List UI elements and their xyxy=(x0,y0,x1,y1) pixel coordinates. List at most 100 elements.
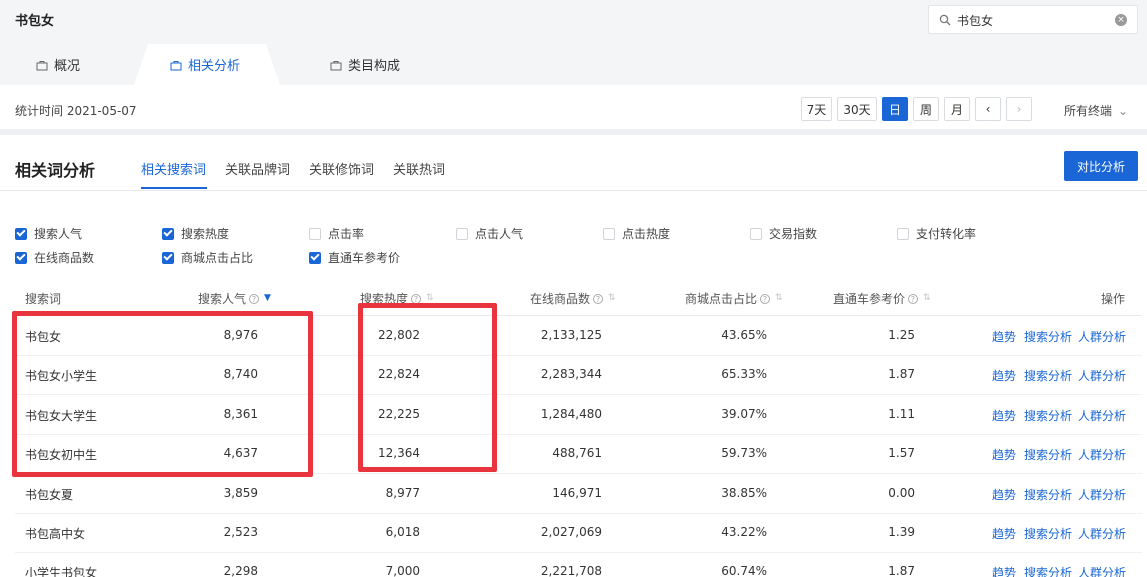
row-divider xyxy=(15,394,1142,395)
period-week-button[interactable]: 周 xyxy=(913,97,939,121)
trend-link[interactable]: 趋势 xyxy=(992,486,1016,503)
header-label: 商城点击占比 xyxy=(685,292,758,306)
column-header-online-items[interactable]: 在线商品数? ⇅ xyxy=(530,290,616,307)
crowd-analysis-link[interactable]: 人群分析 xyxy=(1078,367,1126,384)
compare-button[interactable]: 对比分析 xyxy=(1064,151,1138,181)
cell-search-heat: 12,364 xyxy=(378,446,420,460)
help-icon[interactable]: ? xyxy=(908,293,919,304)
checkbox-icon xyxy=(603,227,615,240)
metric-click-popularity[interactable]: 点击人气 xyxy=(456,225,523,242)
checkbox-icon xyxy=(456,227,468,240)
cell-search-heat: 7,000 xyxy=(385,564,420,577)
checkbox-icon xyxy=(15,227,27,240)
metric-online-items[interactable]: 在线商品数 xyxy=(15,249,94,266)
metric-trade-index[interactable]: 交易指数 xyxy=(750,225,817,242)
trend-link[interactable]: 趋势 xyxy=(992,525,1016,542)
tab-category[interactable]: 类目构成 xyxy=(330,44,400,85)
help-icon[interactable]: ? xyxy=(593,293,604,304)
crowd-analysis-link[interactable]: 人群分析 xyxy=(1078,328,1126,345)
metric-pay-conversion[interactable]: 支付转化率 xyxy=(897,225,976,242)
next-date-button[interactable]: › xyxy=(1006,97,1032,121)
crowd-analysis-link[interactable]: 人群分析 xyxy=(1078,446,1126,463)
search-analysis-link[interactable]: 搜索分析 xyxy=(1024,328,1072,345)
cell-mall-click-ratio: 39.07% xyxy=(721,407,767,421)
cell-online-items: 146,971 xyxy=(552,486,602,500)
search-analysis-link[interactable]: 搜索分析 xyxy=(1024,446,1072,463)
sort-desc-icon[interactable]: ▼ xyxy=(264,294,271,303)
bag-icon xyxy=(170,60,182,70)
sort-icon[interactable]: ⇅ xyxy=(923,294,931,303)
divider xyxy=(0,190,1147,191)
clear-icon[interactable]: × xyxy=(1115,14,1127,26)
metric-label: 交易指数 xyxy=(769,227,818,241)
cell-mall-click-ratio: 38.85% xyxy=(721,486,767,500)
subtab-brand[interactable]: 关联品牌词 xyxy=(225,159,290,178)
period-7d-button[interactable]: 7天 xyxy=(801,97,832,121)
cell-ztc-price: 1.87 xyxy=(888,367,915,381)
page-title: 书包女 xyxy=(15,14,55,29)
search-analysis-link[interactable]: 搜索分析 xyxy=(1024,367,1072,384)
help-icon[interactable]: ? xyxy=(760,293,771,304)
metric-click-heat[interactable]: 点击热度 xyxy=(603,225,670,242)
search-analysis-link[interactable]: 搜索分析 xyxy=(1024,525,1072,542)
subtab-hot-words[interactable]: 关联热词 xyxy=(393,159,445,178)
period-day-button[interactable]: 日 xyxy=(882,97,908,121)
column-header-mall-click-ratio[interactable]: 商城点击占比? ⇅ xyxy=(685,290,783,307)
cell-online-items: 2,027,069 xyxy=(540,525,602,539)
prev-date-button[interactable]: ‹ xyxy=(975,97,1001,121)
trend-link[interactable]: 趋势 xyxy=(992,564,1016,577)
period-30d-button[interactable]: 30天 xyxy=(837,97,877,121)
row-divider xyxy=(15,434,1142,435)
metric-search-heat[interactable]: 搜索热度 xyxy=(162,225,229,242)
tab-overview[interactable]: 概况 xyxy=(36,44,80,85)
trend-link[interactable]: 趋势 xyxy=(992,407,1016,424)
column-header-search-popularity[interactable]: 搜索人气? ▼ xyxy=(198,290,271,307)
crowd-analysis-link[interactable]: 人群分析 xyxy=(1078,407,1126,424)
tab-label: 概况 xyxy=(54,59,81,74)
chevron-right-icon: › xyxy=(1016,102,1022,116)
column-header-search-heat[interactable]: 搜索热度? ⇅ xyxy=(360,290,434,307)
cell-search-popularity: 8,976 xyxy=(223,328,258,342)
cell-ztc-price: 1.39 xyxy=(888,525,915,539)
cell-mall-click-ratio: 43.22% xyxy=(721,525,767,539)
help-icon[interactable]: ? xyxy=(249,293,260,304)
cell-ztc-price: 1.25 xyxy=(888,328,915,342)
search-analysis-link[interactable]: 搜索分析 xyxy=(1024,486,1072,503)
header-label: 在线商品数 xyxy=(530,292,591,306)
subtab-related-search[interactable]: 相关搜索词 xyxy=(141,159,206,178)
search-analysis-link[interactable]: 搜索分析 xyxy=(1024,564,1072,577)
crowd-analysis-link[interactable]: 人群分析 xyxy=(1078,525,1126,542)
column-header-ztc-price[interactable]: 直通车参考价? ⇅ xyxy=(833,290,931,307)
sort-icon[interactable]: ⇅ xyxy=(426,294,434,303)
header-label: 搜索人气 xyxy=(198,292,247,306)
terminal-select[interactable]: 所有终端 ⌄ xyxy=(1064,102,1128,119)
crowd-analysis-link[interactable]: 人群分析 xyxy=(1078,486,1126,503)
search-analysis-link[interactable]: 搜索分析 xyxy=(1024,407,1072,424)
checkbox-icon xyxy=(162,251,174,264)
metric-label: 搜索人气 xyxy=(34,227,83,241)
trend-link[interactable]: 趋势 xyxy=(992,328,1016,345)
trend-link[interactable]: 趋势 xyxy=(992,446,1016,463)
cell-search-heat: 8,977 xyxy=(385,486,420,500)
metric-ztc-price[interactable]: 直通车参考价 xyxy=(309,249,400,266)
cell-online-items: 488,761 xyxy=(552,446,602,460)
metric-mall-click-ratio[interactable]: 商城点击占比 xyxy=(162,249,253,266)
header-label: 搜索热度 xyxy=(360,292,409,306)
search-input[interactable]: 书包女 × xyxy=(928,5,1138,34)
subtab-modifier[interactable]: 关联修饰词 xyxy=(309,159,374,178)
checkbox-icon xyxy=(162,227,174,240)
tab-related-analysis[interactable]: 相关分析 xyxy=(170,44,240,85)
row-divider xyxy=(15,513,1142,514)
metric-search-popularity[interactable]: 搜索人气 xyxy=(15,225,82,242)
trend-link[interactable]: 趋势 xyxy=(992,367,1016,384)
cell-mall-click-ratio: 59.73% xyxy=(721,446,767,460)
sort-icon[interactable]: ⇅ xyxy=(775,294,783,303)
help-icon[interactable]: ? xyxy=(411,293,422,304)
period-month-button[interactable]: 月 xyxy=(944,97,970,121)
crowd-analysis-link[interactable]: 人群分析 xyxy=(1078,564,1126,577)
search-value: 书包女 xyxy=(957,14,994,28)
sort-icon[interactable]: ⇅ xyxy=(608,294,616,303)
cell-search-heat: 22,225 xyxy=(378,407,420,421)
metric-click-rate[interactable]: 点击率 xyxy=(309,225,364,242)
cell-search-popularity: 3,859 xyxy=(223,486,258,500)
